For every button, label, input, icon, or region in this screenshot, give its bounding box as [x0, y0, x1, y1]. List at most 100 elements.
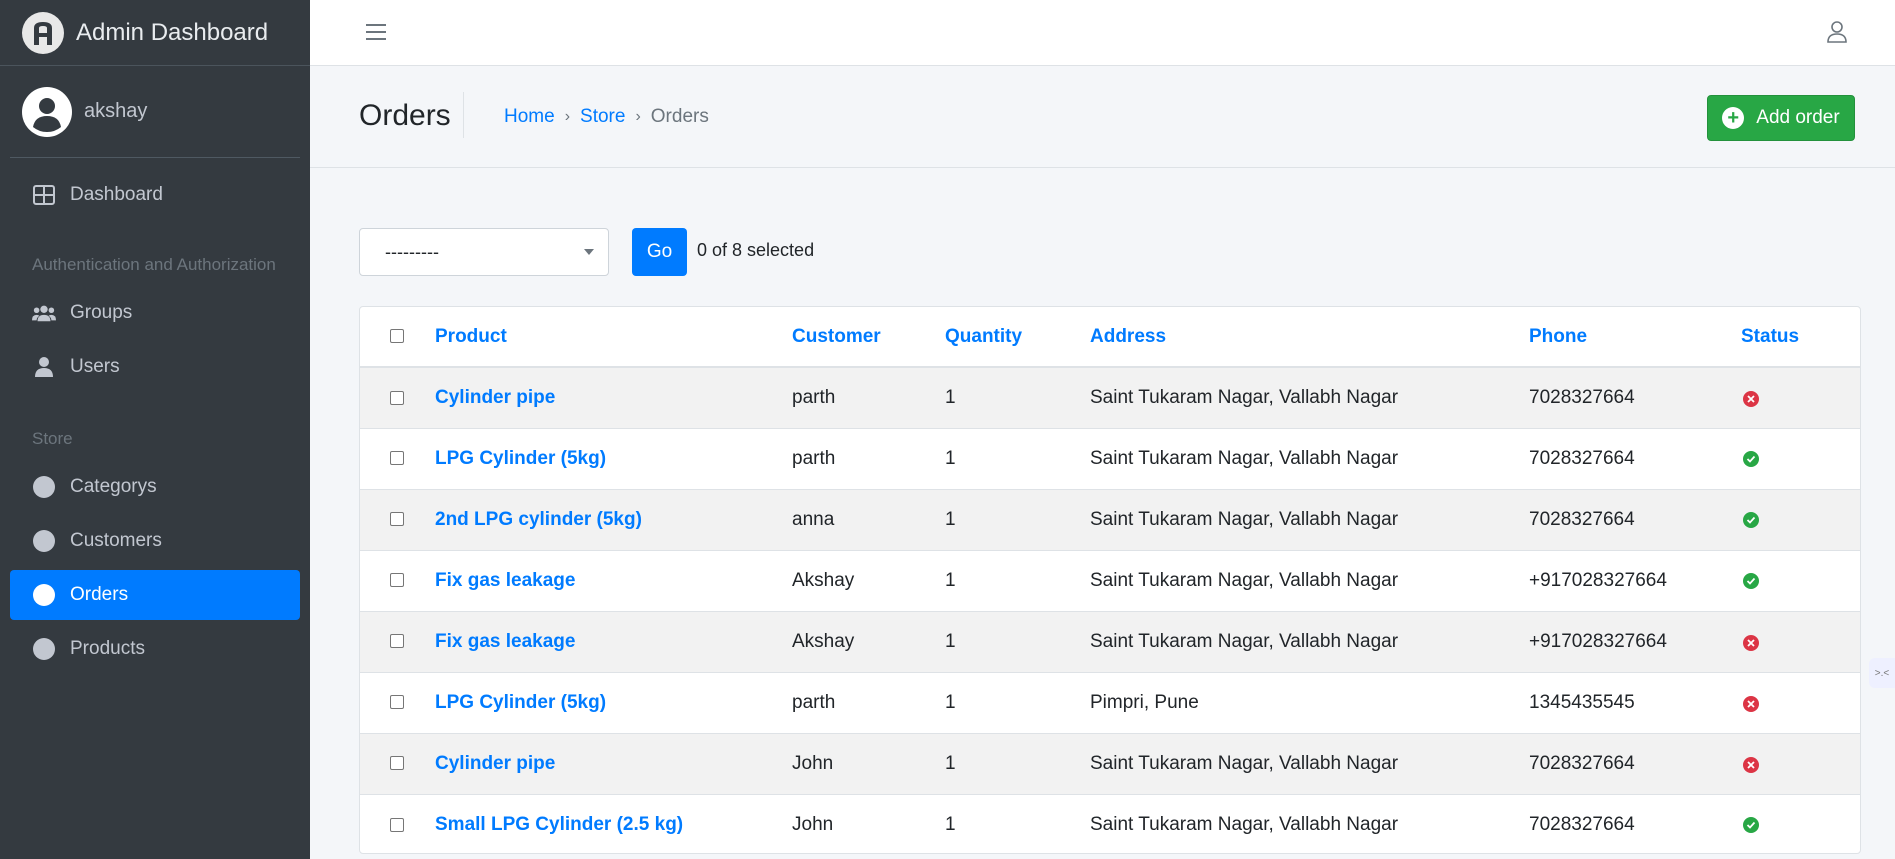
check-circle-icon: [1743, 572, 1759, 589]
action-select[interactable]: ---------: [359, 228, 609, 276]
select-all-checkbox[interactable]: [390, 329, 404, 344]
row-checkbox[interactable]: [390, 512, 404, 527]
row-checkbox[interactable]: [390, 390, 404, 405]
sidebar-item-customers[interactable]: Customers: [10, 516, 300, 566]
add-order-button[interactable]: + Add order: [1707, 95, 1855, 141]
product-link[interactable]: Fix gas leakage: [435, 570, 575, 591]
avatar: [22, 86, 72, 137]
product-link[interactable]: LPG Cylinder (5kg): [435, 448, 606, 469]
phone-cell: 7028327664: [1529, 366, 1741, 428]
chevron-down-icon: [584, 249, 594, 255]
customer-cell: parth: [792, 366, 945, 428]
phone-cell: +917028327664: [1529, 610, 1741, 672]
circle-icon: [32, 475, 56, 499]
row-checkbox[interactable]: [390, 756, 404, 771]
table-row: 2nd LPG cylinder (5kg) anna 1 Saint Tukaram…: [360, 488, 1860, 550]
sidebar-item-orders[interactable]: Orders: [10, 570, 300, 620]
quantity-cell: 1: [945, 366, 1090, 428]
quantity-cell: 1: [945, 610, 1090, 672]
nav-header-auth: Authentication and Authorization: [32, 255, 276, 274]
orders-table-card: Product Customer Quantity Address Phone …: [359, 306, 1861, 854]
sidebar: Admin Dashboard akshay Dashboard Authent…: [0, 0, 310, 859]
sidebar-item-label: Categorys: [70, 476, 157, 497]
go-button[interactable]: Go: [632, 228, 687, 276]
product-link[interactable]: Cylinder pipe: [435, 753, 555, 774]
plus-circle-icon: +: [1722, 107, 1745, 129]
sidebar-item-categorys[interactable]: Categorys: [10, 462, 300, 512]
phone-cell: 1345435545: [1529, 671, 1741, 733]
breadcrumb-separator: ›: [635, 108, 641, 125]
table-row: Cylinder pipe parth 1 Saint Tukaram Nagar, …: [360, 366, 1860, 428]
address-cell: Saint Tukaram Nagar, Vallabh Nagar: [1090, 793, 1529, 853]
circle-icon: [32, 637, 56, 661]
user-menu-icon[interactable]: [1823, 18, 1851, 46]
sidebar-item-products[interactable]: Products: [10, 624, 300, 674]
table-icon: [32, 183, 56, 207]
column-header-product[interactable]: Product: [435, 307, 792, 368]
quantity-cell: 1: [945, 488, 1090, 550]
quantity-cell: 1: [945, 793, 1090, 853]
x-circle-icon: [1743, 634, 1759, 651]
table-header-row: Product Customer Quantity Address Phone …: [360, 307, 1860, 368]
quantity-cell: 1: [945, 427, 1090, 489]
address-cell: Pimpri, Pune: [1090, 671, 1529, 733]
breadcrumb-store[interactable]: Store: [580, 106, 625, 128]
product-link[interactable]: Small LPG Cylinder (2.5 kg): [435, 814, 683, 835]
table-row: LPG Cylinder (5kg) parth 1 Saint Tukaram Na…: [360, 427, 1860, 489]
phone-cell: 7028327664: [1529, 793, 1741, 853]
x-circle-icon: [1743, 756, 1759, 773]
breadcrumb-current: Orders: [650, 106, 709, 127]
column-header-customer[interactable]: Customer: [792, 307, 945, 368]
quantity-cell: 1: [945, 549, 1090, 611]
sidebar-item-label: Users: [70, 356, 120, 377]
nav-header-store: Store: [32, 429, 73, 448]
check-circle-icon: [1743, 511, 1759, 528]
check-circle-icon: [1743, 816, 1759, 833]
table-row: Cylinder pipe John 1 Saint Tukaram Nagar, V…: [360, 732, 1860, 794]
table-row: Fix gas leakage Akshay 1 Saint Tukaram Naga…: [360, 549, 1860, 611]
action-select-value: ---------: [385, 241, 439, 262]
user-panel[interactable]: akshay: [10, 66, 300, 158]
phone-cell: 7028327664: [1529, 732, 1741, 794]
customer-cell: parth: [792, 671, 945, 733]
sidebar-item-label: Products: [70, 638, 145, 659]
column-header-address[interactable]: Address: [1090, 307, 1529, 368]
row-checkbox[interactable]: [390, 573, 404, 588]
sidebar-item-label: Groups: [70, 302, 133, 323]
sidebar-item-label: Dashboard: [70, 184, 163, 205]
product-link[interactable]: LPG Cylinder (5kg): [435, 692, 606, 713]
row-checkbox[interactable]: [390, 817, 404, 832]
sidebar-item-groups[interactable]: Groups: [10, 288, 300, 338]
product-link[interactable]: 2nd LPG cylinder (5kg): [435, 509, 642, 530]
sidebar-nav: Dashboard Authentication and Authorizati…: [0, 158, 310, 674]
address-cell: Saint Tukaram Nagar, Vallabh Nagar: [1090, 366, 1529, 428]
top-navbar: [310, 0, 1895, 66]
brand-title: Admin Dashboard: [76, 18, 269, 46]
x-circle-icon: [1743, 390, 1759, 407]
side-panel-tab[interactable]: >.<: [1869, 658, 1895, 688]
sidebar-item-dashboard[interactable]: Dashboard: [10, 170, 300, 220]
selected-count: 0 of 8 selected: [697, 240, 815, 260]
customer-cell: Akshay: [792, 610, 945, 672]
column-header-status[interactable]: Status: [1741, 307, 1860, 368]
row-checkbox[interactable]: [390, 634, 404, 649]
column-header-phone[interactable]: Phone: [1529, 307, 1741, 368]
page-title: Orders: [359, 99, 451, 132]
product-link[interactable]: Cylinder pipe: [435, 387, 555, 408]
brand-link[interactable]: Admin Dashboard: [0, 0, 310, 66]
row-checkbox[interactable]: [390, 695, 404, 710]
circle-icon: [32, 583, 56, 607]
sidebar-item-label: Customers: [70, 530, 162, 551]
breadcrumb-home[interactable]: Home: [504, 106, 555, 128]
user-name: akshay: [84, 100, 148, 122]
product-link[interactable]: Fix gas leakage: [435, 631, 575, 652]
quantity-cell: 1: [945, 671, 1090, 733]
sidebar-item-label: Orders: [70, 584, 129, 605]
column-header-quantity[interactable]: Quantity: [945, 307, 1090, 368]
sidebar-item-users[interactable]: Users: [10, 342, 300, 392]
users-icon: [32, 301, 56, 325]
menu-toggle-icon[interactable]: [366, 20, 386, 44]
row-checkbox[interactable]: [390, 451, 404, 466]
orders-table: Product Customer Quantity Address Phone …: [360, 307, 1860, 853]
phone-cell: 7028327664: [1529, 488, 1741, 550]
